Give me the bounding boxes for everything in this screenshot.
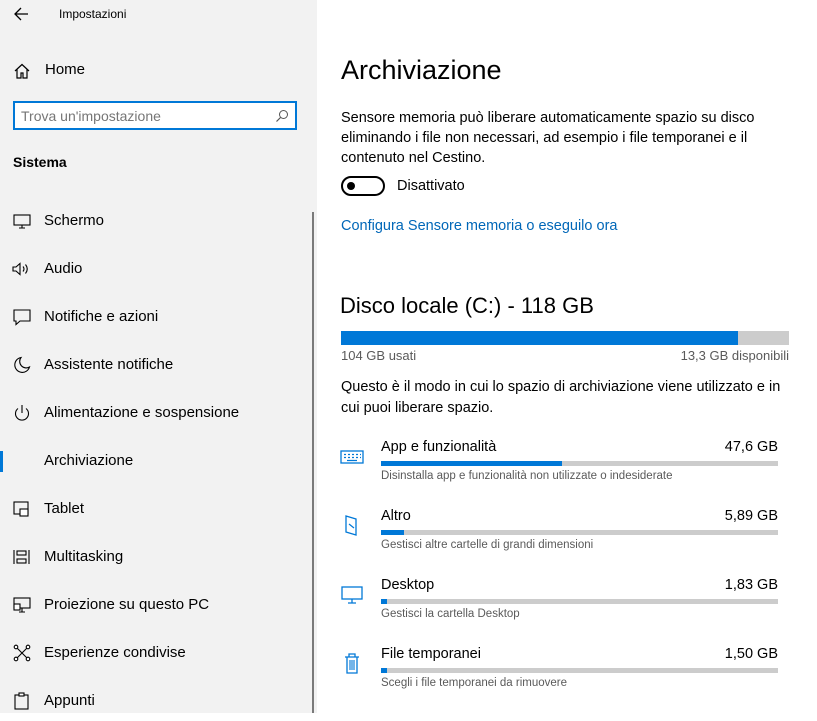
sidebar-item-assistente-notifiche[interactable]: Assistente notifiche — [0, 345, 317, 385]
configure-storage-sense-link[interactable]: Configura Sensore memoria o eseguilo ora — [341, 218, 617, 234]
category-name: Altro — [381, 508, 411, 524]
sidebar-item-label: Multitasking — [44, 548, 124, 565]
home-link[interactable]: Home — [0, 56, 317, 84]
main-content: Archiviazione Sensore memoria può libera… — [317, 0, 817, 713]
app-title: Impostazioni — [59, 7, 127, 21]
category-usage-bar — [381, 599, 778, 604]
sidebar-item-label: Proiezione su questo PC — [44, 596, 210, 613]
page-title: Archiviazione — [341, 55, 502, 85]
category-apps[interactable]: App e funzionalità 47,6 GB Disinstalla a… — [337, 437, 782, 497]
category-usage-fill — [381, 668, 387, 673]
toggle-knob — [347, 182, 355, 190]
search-input[interactable] — [21, 106, 271, 125]
sidebar-item-schermo[interactable]: Schermo — [0, 201, 317, 241]
category-temp-files[interactable]: File temporanei 1,50 GB Scegli i file te… — [337, 644, 782, 704]
sidebar-item-notifiche[interactable]: Notifiche e azioni — [0, 297, 317, 337]
category-other[interactable]: Altro 5,89 GB Gestisci altre cartelle di… — [337, 506, 782, 566]
sidebar: Impostazioni Home Sistema Schermo Audio — [0, 0, 317, 713]
title-bar: Impostazioni — [0, 0, 317, 30]
sidebar-item-label: Alimentazione e sospensione — [44, 404, 240, 421]
disk-usage-fill — [341, 331, 739, 345]
notification-icon — [13, 309, 31, 326]
used-space-label: 104 GB usati — [341, 348, 417, 363]
sidebar-item-tablet[interactable]: Tablet — [0, 489, 317, 529]
category-usage-fill — [381, 461, 563, 466]
shared-experiences-icon — [13, 644, 31, 662]
sidebar-item-label: Archiviazione — [44, 452, 134, 469]
sidebar-item-archiviazione[interactable]: Archiviazione — [0, 441, 317, 481]
sidebar-item-label: Esperienze condivise — [44, 644, 186, 661]
search-box[interactable] — [13, 101, 297, 130]
category-subtitle: Gestisci la cartella Desktop — [381, 608, 520, 620]
clipboard-icon — [14, 692, 29, 710]
desktop-icon — [341, 586, 363, 604]
category-name: File temporanei — [381, 646, 481, 662]
usage-description: Questo è il modo in cui lo spazio di arc… — [341, 379, 781, 416]
sidebar-item-alimentazione[interactable]: Alimentazione e sospensione — [0, 393, 317, 433]
disk-usage-bar — [341, 331, 789, 345]
category-subtitle: Disinstalla app e funzionalità non utili… — [381, 470, 673, 482]
sidebar-item-label: Assistente notifiche — [44, 356, 174, 373]
sidebar-item-label: Audio — [44, 260, 83, 277]
speaker-icon — [12, 262, 28, 276]
free-space-label: 13,3 GB disponibili — [680, 348, 789, 363]
sidebar-item-label: Notifiche e azioni — [44, 308, 159, 325]
storage-sense-toggle[interactable] — [341, 176, 385, 196]
category-size: 1,50 GB — [724, 646, 778, 662]
category-size: 1,83 GB — [724, 577, 778, 593]
category-usage-bar — [381, 668, 778, 673]
sidebar-item-multitasking[interactable]: Multitasking — [0, 537, 317, 577]
toggle-label: Disattivato — [397, 178, 465, 194]
folder-icon — [345, 515, 357, 536]
disk-title: Disco locale (C:) - 118 GB — [340, 293, 594, 318]
home-icon — [14, 63, 30, 79]
sidebar-scrollbar[interactable] — [312, 212, 314, 713]
category-name: App e funzionalità — [381, 439, 497, 455]
sidebar-item-label: Appunti — [44, 692, 95, 709]
moon-icon — [14, 356, 31, 373]
trash-icon — [345, 653, 359, 674]
monitor-icon — [13, 214, 31, 229]
back-button[interactable] — [11, 4, 33, 24]
projection-icon — [13, 597, 31, 613]
keyboard-icon — [340, 450, 364, 464]
sidebar-item-proiezione[interactable]: Proiezione su questo PC — [0, 585, 317, 625]
tablet-icon — [13, 501, 29, 517]
category-desktop[interactable]: Desktop 1,83 GB Gestisci la cartella Des… — [337, 575, 782, 635]
sidebar-item-esperienze-condivise[interactable]: Esperienze condivise — [0, 633, 317, 673]
multitasking-icon — [13, 550, 30, 564]
category-usage-bar — [381, 530, 778, 535]
category-usage-fill — [381, 530, 404, 535]
power-icon — [14, 405, 30, 421]
home-label: Home — [45, 61, 86, 78]
search-icon[interactable] — [275, 109, 289, 123]
category-name: Desktop — [381, 577, 435, 593]
sidebar-item-appunti[interactable]: Appunti — [0, 681, 317, 721]
category-usage-bar — [381, 461, 778, 466]
category-subtitle: Scegli i file temporanei da rimuovere — [381, 677, 568, 689]
category-subtitle: Gestisci altre cartelle di grandi dimens… — [381, 539, 594, 551]
storage-sense-description: Sensore memoria può liberare automaticam… — [341, 110, 755, 166]
sidebar-item-label: Schermo — [44, 212, 105, 229]
category-usage-fill — [381, 599, 387, 604]
section-title: Sistema — [13, 154, 67, 170]
sidebar-item-audio[interactable]: Audio — [0, 249, 317, 289]
category-size: 47,6 GB — [724, 439, 778, 455]
category-size: 5,89 GB — [724, 508, 778, 524]
active-indicator — [0, 451, 3, 472]
back-arrow-icon — [14, 7, 28, 21]
sidebar-item-label: Tablet — [44, 500, 85, 517]
